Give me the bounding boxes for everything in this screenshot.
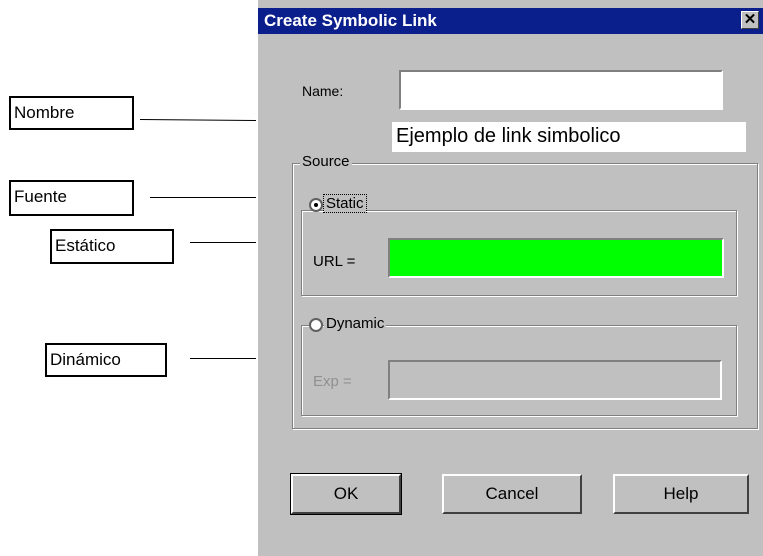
callout-fuente-label: Fuente <box>14 187 67 206</box>
create-symbolic-link-dialog: Create Symbolic Link ✕ Name: Ejemplo de … <box>256 0 763 556</box>
name-label: Name: <box>302 83 344 99</box>
title-bar[interactable]: Create Symbolic Link ✕ <box>258 8 763 34</box>
callout-dinamico: Dinámico <box>45 343 167 377</box>
annotation-link-example-text: Ejemplo de link simbolico <box>396 125 621 147</box>
static-radio[interactable] <box>309 198 323 212</box>
close-button[interactable]: ✕ <box>741 11 759 29</box>
annotation-link-example: Ejemplo de link simbolico <box>392 122 746 152</box>
callout-dinamico-label: Dinámico <box>50 350 121 369</box>
callout-estatico-label: Estático <box>55 236 116 255</box>
url-label: URL = <box>313 253 356 270</box>
url-input[interactable] <box>388 238 724 278</box>
exp-label: Exp = <box>313 373 352 390</box>
close-icon: ✕ <box>743 11 757 28</box>
ok-button[interactable]: OK <box>290 473 402 515</box>
exp-input <box>388 360 722 400</box>
cancel-button[interactable]: Cancel <box>442 474 582 514</box>
static-label[interactable]: Static <box>323 194 367 213</box>
callout-nombre-label: Nombre <box>14 103 75 122</box>
callout-estatico: Estático <box>50 229 174 264</box>
dialog-title: Create Symbolic Link <box>264 11 437 30</box>
callout-fuente: Fuente <box>9 180 134 216</box>
dynamic-label[interactable]: Dynamic <box>324 315 387 332</box>
help-button[interactable]: Help <box>613 474 749 514</box>
callout-nombre: Nombre <box>9 96 134 130</box>
name-input[interactable] <box>399 70 723 110</box>
dynamic-radio[interactable] <box>309 318 323 332</box>
source-label: Source <box>300 153 352 170</box>
radio-selected-dot <box>314 203 318 207</box>
